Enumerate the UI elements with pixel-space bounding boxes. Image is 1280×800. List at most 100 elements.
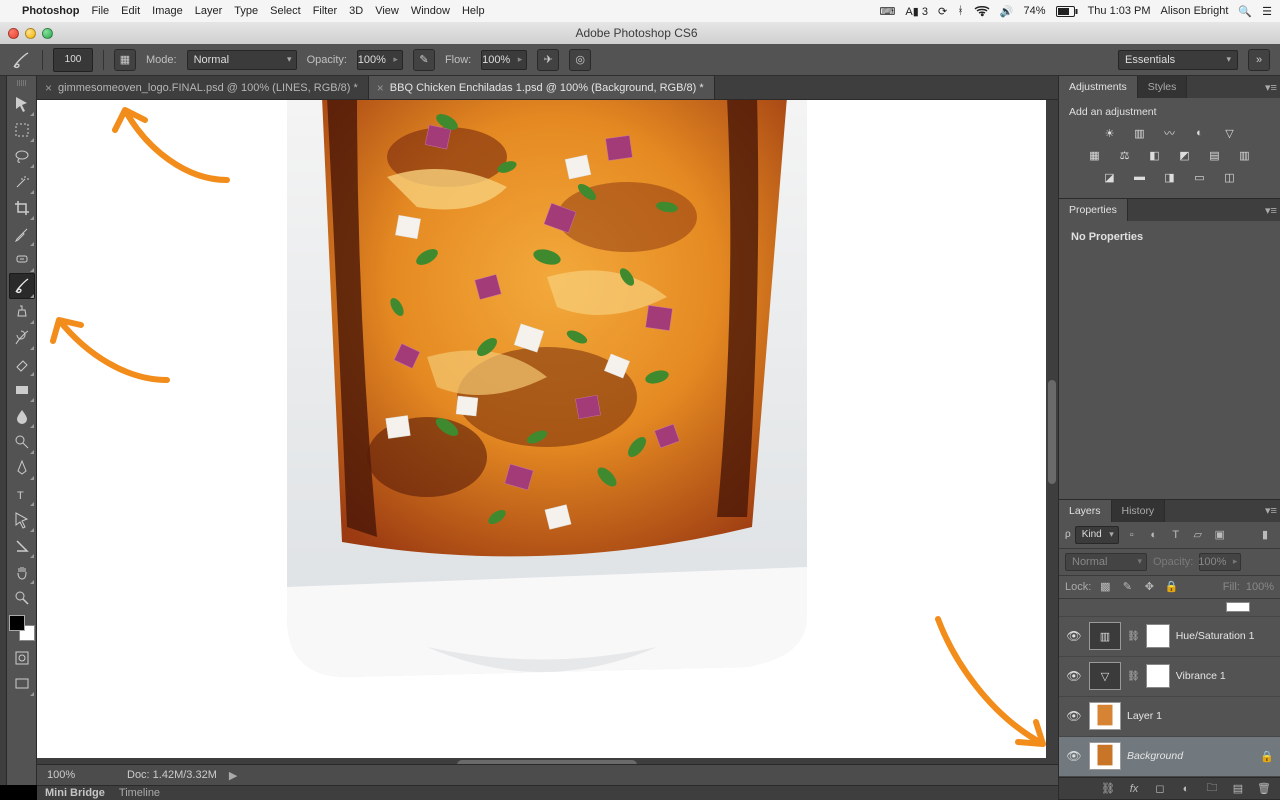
brush-preset-picker[interactable]: 100: [53, 48, 93, 72]
layer-thumbnail[interactable]: [1089, 702, 1121, 730]
layer-row[interactable]: 👁 Layer 1: [1059, 697, 1280, 737]
gradient-tool[interactable]: [9, 377, 35, 403]
flow-input[interactable]: 100%: [481, 50, 527, 70]
quickmask-button[interactable]: [9, 645, 35, 671]
add-mask-icon[interactable]: ◻: [1152, 781, 1168, 797]
posterize-icon[interactable]: ▬: [1129, 168, 1151, 186]
hue-sat-icon[interactable]: ▦: [1084, 146, 1106, 164]
status-flyout-icon[interactable]: ▶: [229, 769, 237, 782]
screen-mode-button[interactable]: [9, 671, 35, 697]
close-icon[interactable]: ×: [377, 81, 384, 95]
type-tool[interactable]: T: [9, 481, 35, 507]
menu-help[interactable]: Help: [462, 5, 485, 17]
menu-3d[interactable]: 3D: [349, 5, 363, 17]
filter-toggle-icon[interactable]: ▮: [1256, 526, 1274, 544]
new-adjustment-icon[interactable]: ◐: [1178, 781, 1194, 797]
bw-icon[interactable]: ◧: [1144, 146, 1166, 164]
brightness-icon[interactable]: ☀: [1099, 124, 1121, 142]
dodge-tool[interactable]: [9, 429, 35, 455]
menu-image[interactable]: Image: [152, 5, 183, 17]
window-minimize-button[interactable]: [25, 28, 36, 39]
color-swatches[interactable]: [9, 615, 35, 641]
pressure-size-button[interactable]: ◎: [569, 49, 591, 71]
tray-bluetooth-icon[interactable]: ᚼ: [957, 5, 964, 17]
menu-select[interactable]: Select: [270, 5, 301, 17]
invert-icon[interactable]: ◪: [1099, 168, 1121, 186]
document-tab[interactable]: × gimmesomeoven_logo.FINAL.psd @ 100% (L…: [37, 76, 369, 99]
blend-mode-dropdown[interactable]: Normal: [1065, 553, 1147, 571]
airbrush-button[interactable]: ✈: [537, 49, 559, 71]
window-zoom-button[interactable]: [42, 28, 53, 39]
layer-thumbnail[interactable]: ▥: [1089, 622, 1121, 650]
threshold-icon[interactable]: ◨: [1159, 168, 1181, 186]
layer-opacity-input[interactable]: 100%: [1199, 553, 1241, 571]
fill-input[interactable]: 100%: [1246, 581, 1274, 593]
layer-row[interactable]: 👁 ▽ ⛓ Vibrance 1: [1059, 657, 1280, 697]
app-name[interactable]: Photoshop: [22, 5, 79, 17]
filter-type-icon[interactable]: T: [1167, 526, 1185, 544]
layer-name[interactable]: Background: [1127, 750, 1254, 762]
curves-icon[interactable]: 〰: [1159, 124, 1181, 142]
menu-type[interactable]: Type: [234, 5, 258, 17]
filter-adjustment-icon[interactable]: ◐: [1145, 526, 1163, 544]
layer-style-icon[interactable]: fx: [1126, 781, 1142, 797]
menu-layer[interactable]: Layer: [195, 5, 223, 17]
visibility-toggle-icon[interactable]: 👁: [1065, 749, 1083, 763]
color-lookup-icon[interactable]: ▥: [1234, 146, 1256, 164]
lock-transparency-icon[interactable]: ▩: [1097, 579, 1113, 595]
lock-pixels-icon[interactable]: ✎: [1119, 579, 1135, 595]
tray-wifi-icon[interactable]: [974, 5, 990, 17]
selective-color-icon[interactable]: ◫: [1219, 168, 1241, 186]
foreground-color-swatch[interactable]: [9, 615, 25, 631]
tab-layers[interactable]: Layers: [1059, 500, 1112, 522]
layer-row[interactable]: 👁 Background 🔒: [1059, 737, 1280, 777]
menu-filter[interactable]: Filter: [313, 5, 337, 17]
tab-styles[interactable]: Styles: [1138, 76, 1188, 98]
tab-properties[interactable]: Properties: [1059, 199, 1128, 221]
close-icon[interactable]: ×: [45, 81, 52, 95]
doc-info[interactable]: Doc: 1.42M/3.32M: [109, 769, 217, 781]
blur-tool[interactable]: [9, 403, 35, 429]
shape-tool[interactable]: [9, 533, 35, 559]
menu-view[interactable]: View: [375, 5, 399, 17]
path-selection-tool[interactable]: [9, 507, 35, 533]
tool-indicator-brush-icon[interactable]: [10, 49, 32, 71]
exposure-icon[interactable]: ◐: [1189, 124, 1211, 142]
layer-name[interactable]: Layer 1: [1127, 710, 1274, 722]
link-layers-icon[interactable]: ⛓: [1100, 781, 1116, 797]
hand-tool[interactable]: [9, 559, 35, 585]
history-brush-tool[interactable]: [9, 325, 35, 351]
pressure-opacity-button[interactable]: ✎: [413, 49, 435, 71]
tray-keyboard-icon[interactable]: ⌨︎: [880, 5, 896, 18]
zoom-field[interactable]: 100%: [37, 769, 109, 781]
tray-user[interactable]: Alison Ebright: [1161, 5, 1229, 17]
layer-name[interactable]: Vibrance 1: [1176, 670, 1274, 682]
tray-sync-icon[interactable]: ⟳: [938, 5, 947, 18]
layer-mask-thumbnail[interactable]: [1146, 624, 1170, 648]
levels-icon[interactable]: ▥: [1129, 124, 1151, 142]
magic-wand-tool[interactable]: [9, 169, 35, 195]
tray-battery-percent[interactable]: 74%: [1024, 5, 1046, 17]
layer-group-stub[interactable]: [1059, 599, 1280, 617]
eyedropper-tool[interactable]: [9, 221, 35, 247]
marquee-tool[interactable]: [9, 117, 35, 143]
move-tool[interactable]: [9, 91, 35, 117]
tab-adjustments[interactable]: Adjustments: [1059, 76, 1138, 98]
lock-position-icon[interactable]: ✥: [1141, 579, 1157, 595]
cs-live-icon[interactable]: »: [1248, 49, 1270, 71]
vertical-scrollbar[interactable]: [1046, 100, 1058, 764]
color-balance-icon[interactable]: ⚖: [1114, 146, 1136, 164]
crop-tool[interactable]: [9, 195, 35, 221]
tray-spotlight-icon[interactable]: 🔍: [1238, 5, 1252, 18]
menu-window[interactable]: Window: [411, 5, 450, 17]
new-group-icon[interactable]: 🗀: [1204, 781, 1220, 797]
panel-menu-icon[interactable]: ▾≡: [1262, 199, 1280, 221]
tray-battery-icon[interactable]: [1056, 6, 1078, 17]
tray-notifications-icon[interactable]: ☰: [1262, 5, 1272, 18]
tab-timeline[interactable]: Timeline: [119, 787, 160, 799]
photo-filter-icon[interactable]: ◩: [1174, 146, 1196, 164]
zoom-tool[interactable]: [9, 585, 35, 611]
layer-mask-thumbnail[interactable]: [1146, 664, 1170, 688]
lasso-tool[interactable]: [9, 143, 35, 169]
lock-all-icon[interactable]: 🔒: [1163, 579, 1179, 595]
